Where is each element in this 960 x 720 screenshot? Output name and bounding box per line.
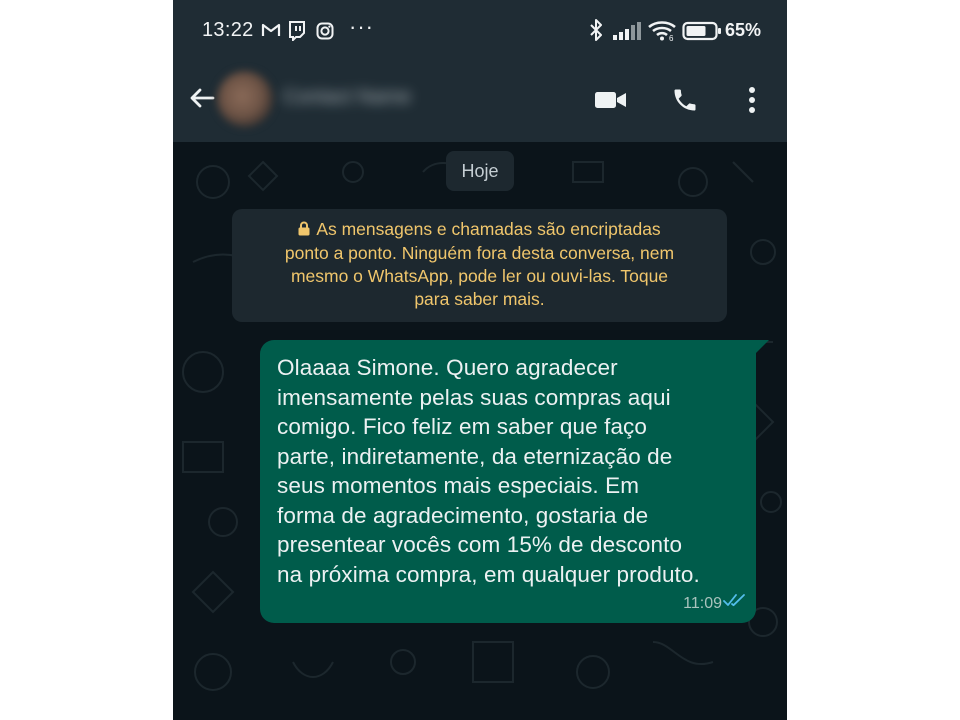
status-bar: 13:22 ··· 6 65% xyxy=(173,0,787,62)
back-arrow-icon xyxy=(183,88,223,124)
voice-call-icon xyxy=(671,86,699,119)
message-line: na próxima compra, em qualquer produto. xyxy=(277,561,700,587)
encryption-notice[interactable]: As mensagens e chamadas são encriptadas … xyxy=(232,209,727,322)
svg-text:6: 6 xyxy=(669,34,674,41)
encryption-notice-line-4: para saber mais. xyxy=(414,289,545,309)
message-line: presentear vocês com 15% de desconto xyxy=(277,532,683,557)
gmail-icon xyxy=(261,22,281,43)
double-check-read-icon xyxy=(723,593,747,612)
more-options-icon xyxy=(748,86,756,119)
message-time: 11:09 xyxy=(683,595,722,612)
message-line: Olaaaa Simone. Quero agradecer xyxy=(277,355,618,380)
bluetooth-icon xyxy=(589,19,603,46)
message-line: comigo. Fico feliz em saber que faço xyxy=(277,414,648,439)
message-line: seus momentos mais especiais. Em xyxy=(277,473,640,498)
encryption-notice-text-1: As mensagens e chamadas são encriptadas xyxy=(316,219,661,239)
voice-call-button[interactable] xyxy=(663,80,707,124)
twitch-icon xyxy=(287,21,305,46)
chat-area[interactable]: Hoje As mensagens e chamadas são encript… xyxy=(173,142,787,720)
instagram-icon xyxy=(316,22,334,45)
phone-screen: 13:22 ··· 6 65% Contact Name Hoje As men… xyxy=(173,0,787,720)
bubble-tail xyxy=(755,340,769,354)
battery-percent: 65% xyxy=(725,20,762,40)
more-options-button[interactable] xyxy=(730,80,774,124)
video-call-icon xyxy=(594,89,628,116)
outgoing-message-bubble[interactable]: Olaaaa Simone. Quero agradecer imensamen… xyxy=(260,340,769,623)
status-overflow: ··· xyxy=(349,14,374,39)
lock-icon xyxy=(298,219,310,242)
encryption-notice-line-1: As mensagens e chamadas são encriptadas xyxy=(246,218,713,242)
signal-icon xyxy=(613,22,643,45)
message-line: parte, indiretamente, da eternização de xyxy=(277,443,673,469)
encryption-notice-line-3: mesmo o WhatsApp, pode ler ou ouvi-las. … xyxy=(290,266,669,286)
wifi-icon: 6 xyxy=(647,19,677,46)
message-line: imensamente pelas suas compras aqui xyxy=(277,384,671,410)
video-call-button[interactable] xyxy=(589,80,633,124)
battery-icon xyxy=(682,21,722,46)
contact-avatar[interactable] xyxy=(217,71,273,127)
encryption-notice-line-2: ponto a ponto. Ninguém fora desta conver… xyxy=(284,243,675,263)
contact-name[interactable]: Contact Name xyxy=(283,86,433,110)
date-chip: Hoje xyxy=(446,151,514,191)
chat-header: Contact Name xyxy=(173,62,787,142)
message-line: forma de agradecimento, gostaria de xyxy=(277,502,649,528)
status-time: 13:22 xyxy=(202,19,254,41)
